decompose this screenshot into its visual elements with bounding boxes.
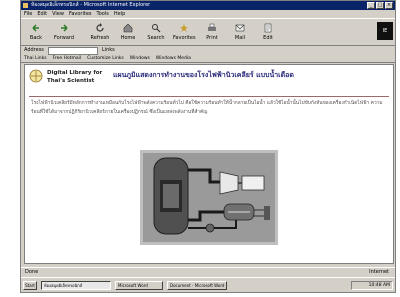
menu-favorites[interactable]: Favorites — [69, 10, 92, 18]
maximize-button[interactable]: □ — [376, 2, 384, 9]
menu-edit[interactable]: Edit — [37, 10, 47, 18]
forward-label: Forward — [53, 35, 75, 41]
menu-tools[interactable]: Tools — [97, 10, 109, 18]
mail-icon — [235, 24, 245, 32]
search-button[interactable]: Search — [145, 22, 167, 44]
favorites-label: Favorites — [173, 35, 196, 41]
link-item[interactable]: Windows — [130, 55, 150, 62]
print-label: Print — [206, 35, 218, 41]
page-title: แผนภูมิแสดงการทำงานของโรงไฟฟ้านิวเคลียร์… — [113, 71, 294, 79]
ie-brand-logo: IE — [377, 22, 393, 40]
edit-label: Edit — [263, 35, 273, 41]
library-name-line2: Thai's Scientist — [47, 78, 95, 84]
window-title: ห้องสมุดอิเล็กทรอนิกส์ - Microsoft Inter… — [31, 2, 151, 8]
refresh-icon — [96, 23, 104, 32]
favorites-button[interactable]: Favorites — [173, 22, 196, 44]
status-bar: Done Internet — [21, 267, 395, 277]
link-item[interactable]: Windows Media — [156, 55, 191, 62]
search-label: Search — [147, 35, 165, 41]
window-controls: _ □ × — [367, 2, 393, 9]
library-name: Digital Library for Thai's Scientist — [47, 69, 107, 85]
refresh-label: Refresh — [90, 35, 110, 41]
mail-label: Mail — [234, 35, 246, 41]
home-label: Home — [120, 35, 136, 41]
page-content: Digital Library for Thai's Scientist แผน… — [24, 64, 394, 264]
page-header: Digital Library for Thai's Scientist แผน… — [25, 65, 393, 97]
close-button[interactable]: × — [385, 2, 393, 9]
back-label: Back — [29, 35, 43, 41]
menu-view[interactable]: View — [52, 10, 64, 18]
browser-window: ห้องสมุดอิเล็กทรอนิกส์ - Microsoft Inter… — [20, 0, 396, 293]
links-bar: Thai Links Free Hotmail Customize Links … — [21, 55, 395, 63]
edit-button[interactable]: Edit — [257, 22, 279, 44]
address-bar: Address Links — [21, 46, 395, 55]
link-item[interactable]: Customize Links — [87, 55, 124, 62]
toolbar: Back Forward Refresh Home Search Favorit… — [21, 18, 395, 46]
address-label: Address — [24, 47, 44, 53]
edit-icon — [264, 23, 272, 33]
forward-arrow-icon — [61, 24, 68, 32]
link-item[interactable]: Thai Links — [24, 55, 47, 62]
menu-file[interactable]: File — [24, 10, 32, 18]
menu-help[interactable]: Help — [114, 10, 125, 18]
start-button[interactable]: Start — [23, 281, 37, 290]
library-logo-icon — [29, 69, 43, 83]
library-name-line1: Digital Library for — [47, 70, 103, 76]
taskbar-item[interactable]: ห้องสมุดอิเล็กทรอนิกส์ — [41, 281, 111, 290]
ie-app-icon — [23, 3, 28, 8]
taskbar-item[interactable]: Document - Microsoft Word — [167, 281, 227, 290]
taskbar-item[interactable]: Microsoft Word — [115, 281, 163, 290]
article-text: โรงไฟฟ้านิวเคลียร์มีหลักการทำงานเหมือนกั… — [31, 101, 383, 115]
print-button[interactable]: Print — [201, 22, 223, 44]
home-icon — [123, 23, 133, 33]
header-divider — [29, 96, 389, 97]
back-arrow-icon — [32, 24, 39, 32]
title-bar[interactable]: ห้องสมุดอิเล็กทรอนิกส์ - Microsoft Inter… — [21, 1, 395, 10]
menu-bar: File Edit View Favorites Tools Help — [21, 10, 395, 18]
link-item[interactable]: Free Hotmail — [53, 55, 82, 62]
refresh-button[interactable]: Refresh — [89, 22, 111, 44]
favorites-icon — [180, 24, 188, 32]
print-icon — [208, 23, 216, 31]
status-zone: Internet — [369, 269, 389, 275]
home-button[interactable]: Home — [117, 22, 139, 44]
taskbar: Start ห้องสมุดอิเล็กทรอนิกส์ Microsoft W… — [21, 277, 395, 292]
search-icon — [152, 24, 161, 33]
mail-button[interactable]: Mail — [229, 22, 251, 44]
address-input[interactable] — [47, 46, 98, 55]
system-tray-clock[interactable]: 10:48 AM — [351, 281, 393, 290]
links-label: Links — [101, 47, 115, 53]
back-button[interactable]: Back — [25, 22, 47, 44]
minimize-button[interactable]: _ — [367, 2, 375, 9]
forward-button[interactable]: Forward — [53, 22, 75, 44]
nuclear-plant-diagram — [140, 150, 278, 245]
status-text: Done — [25, 269, 39, 275]
